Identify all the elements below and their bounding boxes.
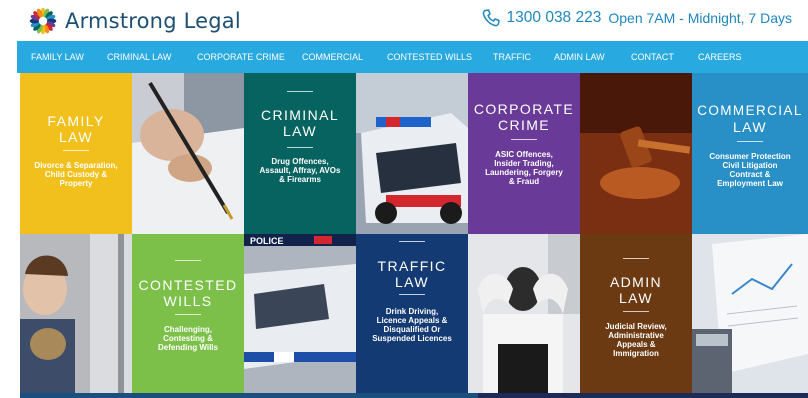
tile-title-line2: CRIME [497, 117, 551, 133]
tile-title-line1: CONTESTED [138, 277, 238, 293]
practice-area-grid: FAMILY LAW Divorce & Separation, Child C… [20, 73, 808, 393]
bottom-banner-right [478, 393, 808, 398]
businessman-image [468, 234, 580, 393]
phone-contact[interactable]: 1300 038 223 Open 7AM - Midnight, 7 Days [481, 8, 792, 28]
photo-gavel [580, 73, 692, 234]
tile-description: Divorce & Separation, Child Custody & Pr… [34, 161, 118, 188]
tile-title-line1: CORPORATE [473, 101, 575, 117]
logo[interactable]: Armstrong Legal [29, 6, 241, 36]
bottom-banner [20, 393, 808, 398]
tile-title-line1: FAMILY [47, 113, 105, 129]
signing-document-image [132, 73, 244, 234]
divider [623, 258, 649, 259]
nav-commercial[interactable]: COMMERCIAL [302, 41, 363, 73]
tile-description: ASIC Offences, Insider Trading, Launderi… [485, 150, 563, 186]
tile-title-line1: TRAFFIC [377, 258, 447, 274]
photo-businessman [468, 234, 580, 393]
main-navigation: FAMILY LAW CRIMINAL LAW CORPORATE CRIME … [17, 41, 808, 73]
tile-admin-law[interactable]: ADMIN LAW Judicial Review, Administrativ… [580, 234, 692, 393]
photo-police-vehicle: POLICE [244, 234, 356, 393]
divider [399, 294, 425, 295]
logo-starburst-icon [29, 7, 57, 35]
nav-family-law[interactable]: FAMILY LAW [31, 41, 84, 73]
photo-financial-documents [692, 234, 808, 393]
police-vehicle-image: POLICE [244, 234, 356, 393]
divider [175, 314, 201, 315]
tile-title-line2: LAW [618, 290, 654, 306]
nav-contested-wills[interactable]: CONTESTED WILLS [387, 41, 472, 73]
tile-family-law[interactable]: FAMILY LAW Divorce & Separation, Child C… [20, 73, 132, 234]
divider [737, 141, 763, 142]
tile-description: Judicial Review, Administrative Appeals … [605, 322, 667, 358]
child-image [20, 234, 132, 393]
nav-corporate-crime[interactable]: CORPORATE CRIME [197, 41, 285, 73]
tile-title-line1: COMMERCIAL [697, 103, 803, 118]
nav-careers[interactable]: CAREERS [698, 41, 742, 73]
tile-description: Drug Offences, Assault, Affray, AVOs & F… [259, 157, 341, 184]
tile-title-line2: LAW [58, 129, 94, 145]
photo-signing-document [132, 73, 244, 234]
tile-description: Consumer Protection Civil Litigation Con… [709, 152, 791, 188]
phone-number[interactable]: 1300 038 223 [507, 9, 602, 27]
divider [511, 139, 537, 140]
photo-child [20, 234, 132, 393]
tile-description: Challenging, Contesting & Defending Will… [158, 325, 218, 352]
tile-title-line1: CRIMINAL [260, 107, 340, 123]
tile-commercial-law[interactable]: COMMERCIAL LAW Consumer Protection Civil… [692, 73, 808, 234]
site-header: Armstrong Legal 1300 038 223 Open 7AM - … [0, 0, 808, 41]
tile-contested-wills[interactable]: CONTESTED WILLS Challenging, Contesting … [132, 234, 244, 393]
divider [287, 147, 313, 148]
gavel-image [580, 73, 692, 234]
nav-traffic[interactable]: TRAFFIC [493, 41, 531, 73]
nav-admin-law[interactable]: ADMIN LAW [554, 41, 605, 73]
police-car-image [356, 73, 468, 234]
tile-traffic-law[interactable]: TRAFFIC LAW Drink Driving, Licence Appea… [356, 234, 468, 393]
divider [63, 150, 89, 151]
phone-icon [482, 9, 500, 27]
opening-hours: Open 7AM - Midnight, 7 Days [608, 10, 792, 26]
photo-police-car [356, 73, 468, 234]
police-sign-text: POLICE [250, 236, 284, 246]
tile-title-line2: LAW [394, 274, 430, 290]
nav-criminal-law[interactable]: CRIMINAL LAW [107, 41, 171, 73]
tile-title-line2: LAW [282, 123, 318, 139]
divider [399, 241, 425, 242]
nav-contact[interactable]: CONTACT [631, 41, 674, 73]
tile-criminal-law[interactable]: CRIMINAL LAW Drug Offences, Assault, Aff… [244, 73, 356, 234]
tile-title-line1: ADMIN [609, 274, 663, 290]
financial-documents-image [692, 234, 808, 393]
divider [175, 260, 201, 261]
divider [623, 311, 649, 312]
tile-corporate-crime[interactable]: CORPORATE CRIME ASIC Offences, Insider T… [468, 73, 580, 234]
tile-title-line2: WILLS [163, 293, 213, 309]
brand-name: Armstrong Legal [65, 9, 241, 33]
tile-description: Drink Driving, Licence Appeals & Disqual… [372, 307, 452, 343]
tile-title-line2: LAW [732, 119, 768, 135]
divider [287, 91, 313, 92]
